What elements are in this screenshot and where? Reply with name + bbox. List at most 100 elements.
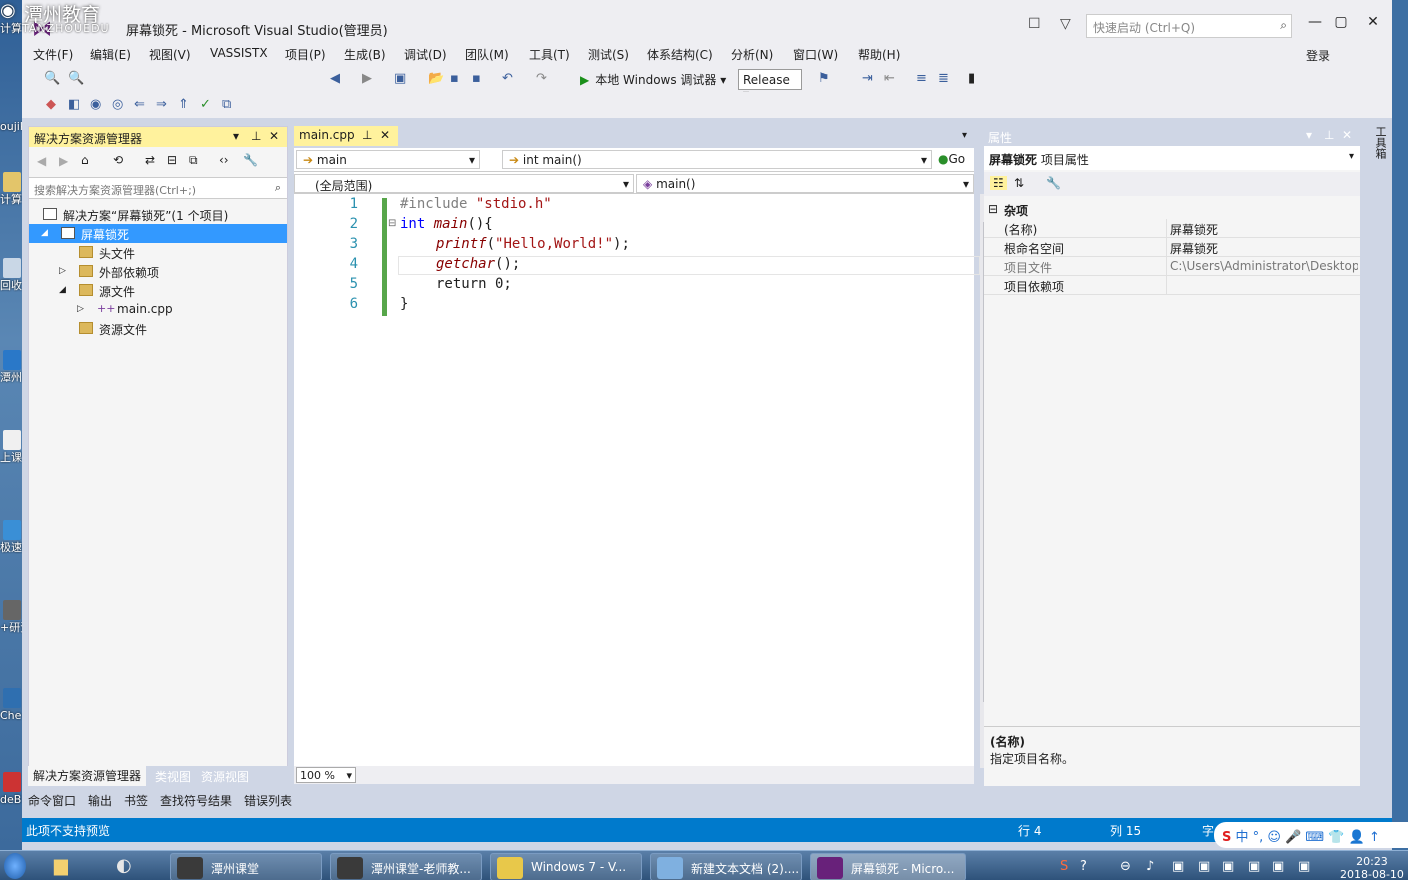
feedback-icon[interactable]: ☐ [1028,16,1041,32]
system-clock[interactable]: 20:23 2018-08-10 [1340,855,1404,880]
taskbar-item[interactable]: 新建文本文档 (2).... [650,853,802,880]
volume-tray-icon[interactable]: ♪ [1146,859,1154,874]
spellcheck-icon[interactable]: ✓ [200,97,211,112]
expand-icon[interactable]: ▷ [77,304,84,314]
quick-launch-input[interactable]: 快速启动 (Ctrl+Q) ⌕ [1086,14,1292,38]
save-icon[interactable]: ▪ [450,71,459,86]
expand-icon[interactable]: ▷ [59,266,66,276]
comment-icon[interactable]: ≡ [916,71,927,86]
uncomment-icon[interactable]: ≣ [938,71,949,86]
show-all-files-icon[interactable]: ⧉ [189,153,198,168]
tab-overflow-icon[interactable]: ▾ [962,130,967,141]
zoom-in-icon[interactable]: 🔍 [44,71,60,86]
indent-icon[interactable]: ⇥ [862,71,873,86]
app-tray-icon[interactable]: ▣ [1198,859,1210,874]
property-row[interactable]: (名称) 屏幕锁死 [984,219,1360,238]
toolbox-tab[interactable]: 工具箱 [1372,126,1388,159]
close-tab-icon[interactable]: ✕ [380,128,390,142]
zoom-out-icon[interactable]: 🔍 [68,71,84,86]
open-file-icon[interactable]: 📂 [428,71,444,86]
app-tray-icon[interactable]: ▣ [1272,859,1284,874]
function-select[interactable]: ➔ int main() ▾ [502,150,932,169]
property-row[interactable]: 根命名空间 屏幕锁死 [984,238,1360,257]
desktop-icon[interactable]: oujik [0,120,24,133]
minimize-button[interactable]: — [1302,14,1328,38]
menu-edit[interactable]: 编辑(E) [90,46,131,63]
tree-item-header-files[interactable]: 头文件 [29,243,287,262]
solution-search-input[interactable]: 搜索解决方案资源管理器(Ctrl+;) ⌕ [29,177,287,199]
taskbar-item[interactable]: 潭州课堂-老师教... [330,853,482,880]
history-icon[interactable]: ⟲ [113,153,123,167]
toolbar-tool-icon[interactable]: ⇐ [134,97,145,112]
toolbar-tool-icon[interactable]: ◉ [90,97,101,112]
property-row[interactable]: 项目文件 C:\Users\Administrator\Desktop\ [984,257,1360,276]
desktop-icon[interactable]: 计算 [0,172,24,206]
close-icon[interactable]: ✕ [1342,128,1352,142]
toolbar-tool-icon[interactable]: ◎ [112,97,123,112]
tree-item-resource-files[interactable]: 资源文件 [29,319,287,338]
collapse-icon[interactable]: ◢ [59,285,66,295]
property-category[interactable]: ⊟ 杂项 [984,200,1360,219]
categorized-icon[interactable]: ☷ [990,176,1007,190]
tree-item-solution[interactable]: 解决方案“屏幕锁死”(1 个项目) [29,205,287,224]
app-tray-icon[interactable]: ▣ [1222,859,1234,874]
collapse-icon[interactable]: ◢ [41,228,48,238]
menu-tools[interactable]: 工具(T) [529,46,570,63]
tab-command-window[interactable]: 命令窗口 [28,792,76,809]
desktop-icon[interactable]: 极速器 [0,520,24,554]
ime-toolbar[interactable]: S 中 °, ☺ 🎤 ⌨ 👕 👤 ↑ [1214,822,1408,848]
filter-icon[interactable]: ▽ [1060,16,1071,32]
new-project-icon[interactable]: ▣ [394,71,406,86]
zoom-select[interactable]: 100 % ▾ [296,767,356,783]
dropdown-icon[interactable]: ▾ [233,129,239,143]
redo-icon[interactable]: ↷ [536,71,547,86]
app-tray-icon[interactable]: ▣ [1298,859,1310,874]
menu-analyze[interactable]: 分析(N) [731,46,773,63]
tab-main-cpp[interactable]: main.cpp ⊥ ✕ [294,126,398,146]
start-debugging-button[interactable]: ▶ 本地 Windows 调试器 ▾ [580,71,726,88]
member-select[interactable]: ◈ main() ▾ [636,174,974,193]
project-scope-select[interactable]: ➔ main ▾ [296,150,480,169]
view-code-icon[interactable]: ‹› [219,153,229,167]
tree-item-source-files[interactable]: ◢ 源文件 [29,281,287,300]
taskbar-item[interactable]: 潭州课堂 [170,853,322,880]
tree-item-external-deps[interactable]: ▷ 外部依赖项 [29,262,287,281]
menu-architecture[interactable]: 体系结构(C) [647,46,713,63]
back-icon[interactable]: ◀ [37,154,46,168]
alphabetical-icon[interactable]: ⇅ [1014,176,1024,190]
forward-icon[interactable]: ▶ [59,154,68,168]
pin-icon[interactable]: ⊥ [251,129,261,143]
menu-vassistx[interactable]: VASSISTX [210,46,268,60]
tab-output[interactable]: 输出 [88,792,112,809]
outline-collapse-icon[interactable]: ⊟ [388,218,396,229]
menu-test[interactable]: 测试(S) [588,46,629,63]
toolbar-tool-icon[interactable]: ⇒ [156,97,167,112]
undo-icon[interactable]: ↶ [502,71,513,86]
toolbar-tool-icon[interactable]: ◧ [68,97,80,112]
toolbar-tool-icon[interactable]: ⧉ [222,97,231,112]
tab-error-list[interactable]: 错误列表 [244,792,292,809]
explorer-icon[interactable]: ▆ [54,855,68,876]
pin-icon[interactable]: ⊥ [362,128,372,142]
menu-file[interactable]: 文件(F) [33,46,73,63]
dropdown-icon[interactable]: ▾ [1306,128,1312,142]
tab-resource-view[interactable]: 资源视图 [196,767,254,786]
help-tray-icon[interactable]: ? [1080,859,1087,874]
login-link[interactable]: 登录 [1306,47,1330,64]
menu-view[interactable]: 视图(V) [149,46,191,63]
tab-find-symbol-results[interactable]: 查找符号结果 [160,792,232,809]
tree-item-project[interactable]: ◢ 屏幕锁死 [29,224,287,243]
properties-icon[interactable]: 🔧 [243,153,258,167]
taskbar-item-active[interactable]: 屏幕锁死 - Micro... [810,853,966,880]
maximize-button[interactable]: ▢ [1328,14,1354,38]
menu-help[interactable]: 帮助(H) [858,46,900,63]
close-icon[interactable]: ✕ [269,129,279,143]
network-tray-icon[interactable]: ⊖ [1120,859,1131,874]
taskbar-item[interactable]: Windows 7 - V... [490,853,642,880]
global-scope-select[interactable]: (全局范围) ▾ [294,174,634,193]
desktop-icon[interactable]: 潭州 [0,350,24,384]
navigate-forward-icon[interactable]: ▶ [362,71,372,86]
menu-build[interactable]: 生成(B) [344,46,386,63]
menu-debug[interactable]: 调试(D) [404,46,447,63]
go-button[interactable]: ●Go [936,150,974,169]
